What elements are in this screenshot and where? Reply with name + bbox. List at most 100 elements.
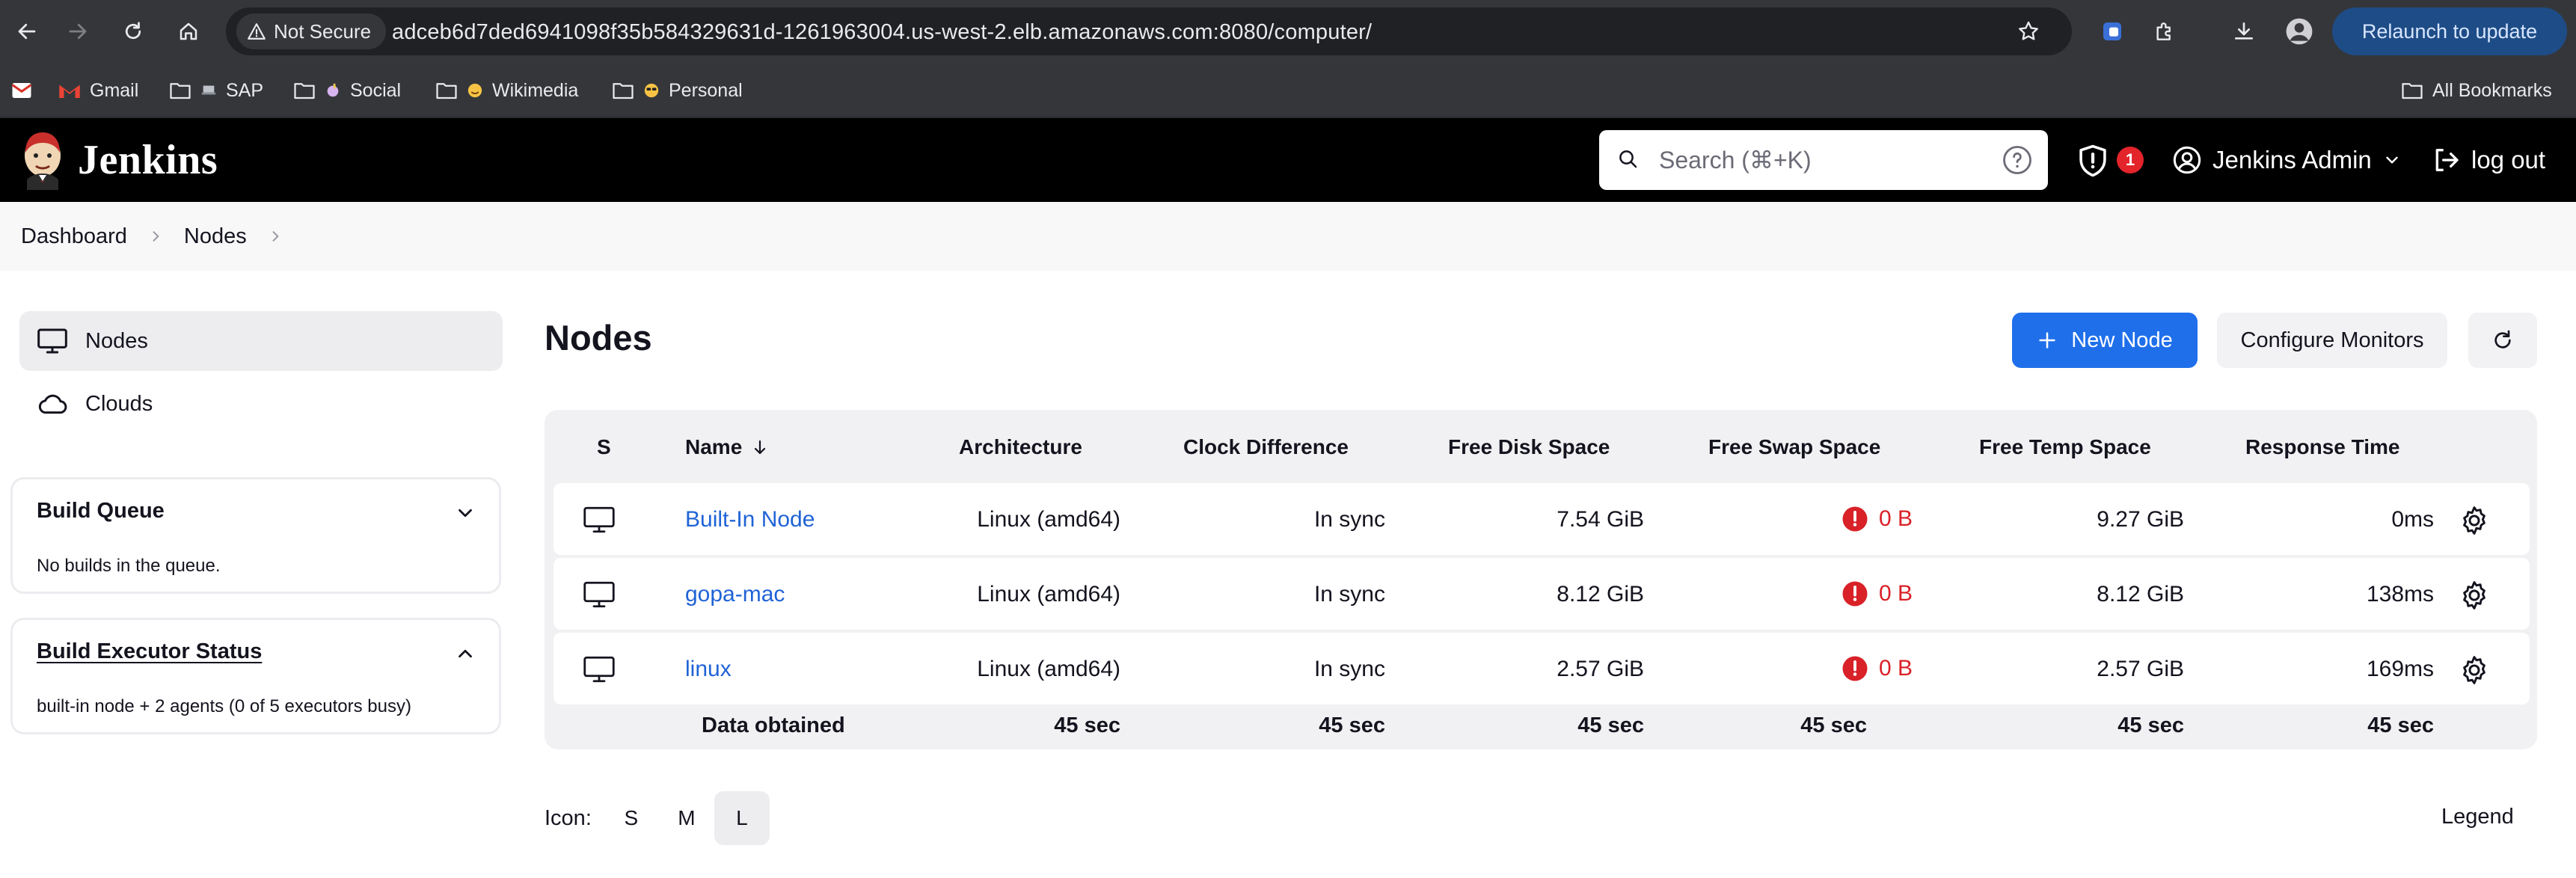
user-name: Jenkins Admin	[2212, 146, 2372, 174]
column-header-free-temp-space[interactable]: Free Temp Space	[1979, 435, 2151, 459]
free-swap-value: 0 B	[1879, 656, 1913, 681]
icon-size-selector: Icon: S M L	[545, 791, 770, 845]
node-clock-difference: In sync	[1313, 507, 1385, 532]
column-header-free-swap-space[interactable]: Free Swap Space	[1708, 435, 1880, 459]
new-node-button[interactable]: New Node	[2012, 313, 2198, 368]
node-name-link[interactable]: Built-In Node	[685, 507, 815, 532]
gear-icon[interactable]	[2458, 579, 2491, 612]
smiley-emoji-icon	[467, 83, 482, 98]
url-text[interactable]: adceb6d7ded6941098f35b584329631d-1261963…	[392, 20, 1372, 45]
breadcrumb-bar: Dashboard Nodes	[0, 202, 2576, 271]
warning-triangle-icon	[248, 23, 266, 40]
extension-shield-button[interactable]	[2096, 15, 2129, 48]
node-clock-difference: In sync	[1313, 582, 1385, 607]
sidebar-item-clouds[interactable]: Clouds	[19, 374, 503, 434]
legend-link[interactable]: Legend	[2441, 805, 2514, 829]
node-architecture: Linux (amd64)	[977, 657, 1120, 681]
folder-icon	[436, 83, 457, 99]
security-alert-badge[interactable]: 1	[2117, 147, 2144, 174]
bookmark-app-icon[interactable]	[10, 63, 33, 118]
cloud-icon	[38, 394, 67, 414]
bookmark-label: Gmail	[90, 79, 139, 101]
node-free-disk: 7.54 GiB	[1557, 507, 1644, 532]
data-obtained-value: 45 sec	[1054, 713, 1120, 737]
forward-button[interactable]	[61, 15, 94, 48]
free-swap-value: 0 B	[1879, 506, 1913, 531]
column-header-status[interactable]: S	[597, 435, 611, 459]
jenkins-home-link[interactable]: Jenkins	[19, 130, 218, 190]
build-executor-card: Build Executor Status built-in node + 2 …	[10, 618, 501, 734]
search-box[interactable]	[1599, 130, 2048, 190]
gmail-icon	[59, 85, 80, 98]
bookmark-label: Personal	[669, 79, 743, 101]
profile-avatar-button[interactable]	[2283, 15, 2316, 48]
relaunch-button[interactable]: Relaunch to update	[2332, 7, 2567, 55]
bookmark-sap[interactable]: SAP	[169, 63, 263, 118]
node-free-temp: 9.27 GiB	[2097, 507, 2184, 532]
sidebar-item-label: Clouds	[85, 391, 153, 416]
chevron-up-icon[interactable]	[454, 642, 476, 665]
bookmark-wikimedia[interactable]: Wikimedia	[435, 63, 578, 118]
free-swap-value: 0 B	[1879, 581, 1913, 606]
reload-icon	[125, 22, 141, 40]
computer-status-icon	[583, 581, 615, 608]
build-queue-card: Build Queue No builds in the queue.	[10, 477, 501, 594]
breadcrumb-dashboard[interactable]: Dashboard	[21, 224, 127, 249]
data-obtained-value: 45 sec	[2367, 713, 2434, 737]
sunglasses-emoji-icon	[644, 83, 659, 98]
profile-avatar-icon	[2286, 18, 2313, 45]
extensions-button[interactable]	[2148, 15, 2181, 48]
executor-summary-text: built-in node + 2 agents (0 of 5 executo…	[37, 696, 411, 716]
node-response-time: 0ms	[2391, 507, 2434, 532]
configure-monitors-button[interactable]: Configure Monitors	[2217, 313, 2447, 368]
build-queue-title[interactable]: Build Queue	[37, 499, 165, 524]
not-secure-chip[interactable]: Not Secure	[236, 13, 387, 49]
icon-size-large[interactable]: L	[714, 791, 770, 845]
security-shield-icon[interactable]	[2076, 144, 2109, 178]
node-response-time: 169ms	[2366, 657, 2434, 681]
breadcrumb-nodes[interactable]: Nodes	[184, 224, 247, 249]
bookmark-personal[interactable]: Personal	[612, 63, 743, 118]
sidebar-item-nodes[interactable]: Nodes	[19, 311, 503, 371]
home-button[interactable]	[172, 15, 205, 48]
all-bookmarks[interactable]: All Bookmarks	[2401, 63, 2552, 118]
node-architecture: Linux (amd64)	[977, 507, 1120, 532]
downloads-button[interactable]	[2227, 15, 2260, 48]
chevron-down-icon	[2386, 156, 2398, 164]
column-header-clock-difference[interactable]: Clock Difference	[1183, 435, 1349, 459]
build-queue-empty-text: No builds in the queue.	[37, 556, 221, 576]
plus-icon	[2039, 332, 2055, 349]
icon-size-medium[interactable]: M	[659, 791, 714, 845]
icon-size-small[interactable]: S	[604, 791, 659, 845]
logout-link[interactable]: log out	[2431, 118, 2545, 202]
breadcrumb-chevron-icon[interactable]	[268, 229, 283, 244]
search-input[interactable]	[1659, 144, 1973, 176]
breadcrumb: Dashboard Nodes	[21, 202, 283, 271]
user-icon	[2173, 146, 2201, 174]
icon-size-label: Icon:	[545, 805, 592, 830]
build-executor-title[interactable]: Build Executor Status	[37, 639, 262, 664]
jenkins-butler-logo-icon	[25, 132, 61, 190]
page-title: Nodes	[545, 318, 652, 357]
help-icon[interactable]	[2002, 144, 2033, 176]
column-header-response-time[interactable]: Response Time	[2245, 435, 2399, 459]
refresh-button[interactable]	[2468, 313, 2537, 368]
column-header-name[interactable]: Name	[685, 435, 769, 459]
column-header-free-disk-space[interactable]: Free Disk Space	[1448, 435, 1610, 459]
node-name-link[interactable]: gopa-mac	[685, 582, 785, 607]
gear-icon[interactable]	[2458, 654, 2491, 687]
bookmark-social[interactable]: Social	[293, 63, 401, 118]
chevron-down-icon[interactable]	[454, 502, 476, 524]
data-obtained-label: Data obtained	[702, 713, 845, 737]
back-button[interactable]	[10, 15, 43, 48]
gear-icon[interactable]	[2458, 504, 2491, 537]
bookmark-gmail[interactable]: Gmail	[58, 63, 138, 118]
user-menu[interactable]: Jenkins Admin	[2172, 118, 2402, 202]
computer-status-icon	[583, 506, 615, 533]
jenkins-brand-text: Jenkins	[78, 137, 218, 183]
bookmark-star-icon[interactable]	[2017, 19, 2040, 43]
node-name-link[interactable]: linux	[685, 657, 732, 682]
reload-button[interactable]	[117, 15, 150, 48]
address-bar[interactable]: Not Secure adceb6d7ded6941098f35b5843296…	[226, 7, 2072, 55]
column-header-architecture[interactable]: Architecture	[959, 435, 1082, 459]
